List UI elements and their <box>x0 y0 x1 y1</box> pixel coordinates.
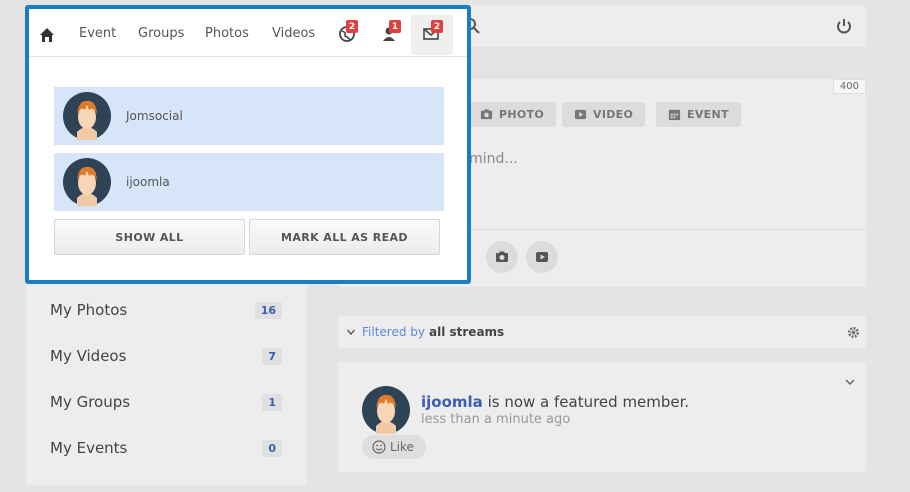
friend-request-badge: 1 <box>389 20 401 33</box>
main-navbar: Event Groups Photos Videos 2 1 2 <box>29 9 467 57</box>
mark-all-read-button[interactable]: MARK ALL AS READ <box>249 219 440 255</box>
event-tab-button[interactable]: EVENT <box>656 102 741 127</box>
video-icon <box>536 252 548 262</box>
like-button[interactable]: Like <box>362 435 426 459</box>
count-badge: 0 <box>262 439 282 457</box>
photo-tab-button[interactable]: PHOTO <box>468 102 556 127</box>
menu-item-videos[interactable]: My Videos 7 <box>50 345 282 367</box>
activity-timestamp: less than a minute ago <box>421 412 571 427</box>
activity-message: is now a featured member. <box>482 393 690 411</box>
profile-menu: My Photos 16 My Videos 7 My Groups 1 My … <box>26 282 307 485</box>
count-badge: 7 <box>262 347 282 365</box>
notification-item[interactable]: ijoomla <box>54 153 444 211</box>
nav-groups[interactable]: Groups <box>138 26 184 41</box>
menu-item-label: My Events <box>50 439 128 457</box>
avatar <box>63 92 111 140</box>
menu-item-photos[interactable]: My Photos 16 <box>50 299 282 321</box>
calendar-icon <box>668 109 681 121</box>
menu-item-groups[interactable]: My Groups 1 <box>50 391 282 413</box>
menu-item-events[interactable]: My Events 0 <box>50 437 282 459</box>
show-all-button[interactable]: SHOW ALL <box>54 219 245 255</box>
chevron-down-icon[interactable] <box>844 376 856 388</box>
notification-name: Jomsocial <box>126 109 183 123</box>
nav-photos[interactable]: Photos <box>205 26 249 41</box>
camera-icon <box>480 109 493 120</box>
character-counter: 400 <box>832 79 866 94</box>
filter-prefix: Filtered by <box>362 325 425 339</box>
menu-item-label: My Videos <box>50 347 127 365</box>
stream-filter[interactable]: Filtered by all streams <box>338 316 866 348</box>
smiley-icon <box>372 440 386 454</box>
notification-count-badge: 2 <box>346 20 358 33</box>
like-label: Like <box>390 440 414 454</box>
avatar[interactable] <box>362 386 410 434</box>
video-icon <box>574 109 587 120</box>
avatar <box>63 158 111 206</box>
chevron-down-icon <box>346 329 356 336</box>
notifications-popup: Event Groups Photos Videos 2 1 2 Jomsoci… <box>25 5 471 284</box>
activity-user-link[interactable]: ijoomla <box>421 393 483 411</box>
notification-name: ijoomla <box>126 175 170 189</box>
menu-item-label: My Groups <box>50 393 131 411</box>
nav-videos[interactable]: Videos <box>272 26 315 41</box>
count-badge: 1 <box>262 393 282 411</box>
notification-item[interactable]: Jomsocial <box>54 87 444 145</box>
message-count-badge: 2 <box>431 20 443 33</box>
video-tab-button[interactable]: VIDEO <box>562 102 646 127</box>
nav-event[interactable]: Event <box>79 26 116 41</box>
add-photo-button[interactable] <box>486 241 518 273</box>
add-video-button[interactable] <box>526 241 558 273</box>
photo-tab-label: PHOTO <box>499 108 544 121</box>
camera-icon <box>496 251 508 262</box>
activity-text: ijoomla is now a featured member. <box>421 393 689 411</box>
video-tab-label: VIDEO <box>593 108 634 121</box>
gear-icon[interactable] <box>847 326 860 339</box>
home-icon[interactable] <box>39 27 55 43</box>
power-icon[interactable] <box>835 17 853 35</box>
menu-item-label: My Photos <box>50 301 128 319</box>
count-badge: 16 <box>254 301 282 319</box>
activity-item: ijoomla is now a featured member. less t… <box>338 362 866 472</box>
event-tab-label: EVENT <box>687 108 729 121</box>
filter-value: all streams <box>429 325 505 339</box>
